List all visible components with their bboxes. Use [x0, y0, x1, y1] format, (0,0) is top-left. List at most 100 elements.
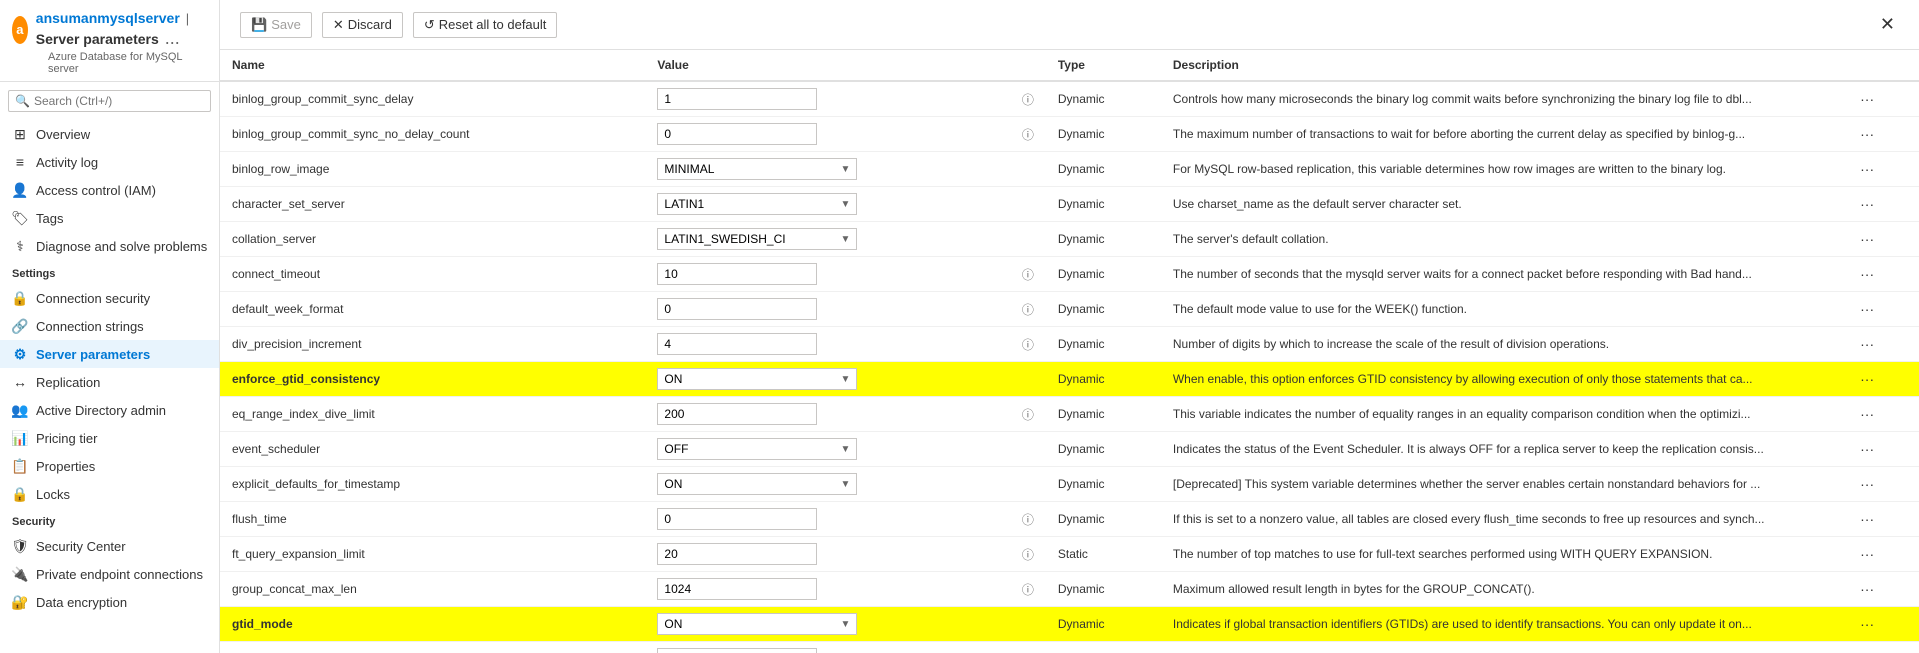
- more-options-button[interactable]: ···: [1856, 301, 1878, 317]
- sidebar-item-server-parameters[interactable]: ⚙Server parameters: [0, 340, 219, 368]
- param-more-0[interactable]: ···: [1844, 81, 1919, 117]
- param-info-11[interactable]: ⓘ: [1010, 467, 1046, 502]
- more-options-button[interactable]: ···: [1856, 266, 1878, 282]
- more-options-button[interactable]: ···: [1856, 406, 1878, 422]
- param-value-9[interactable]: [645, 397, 1009, 432]
- param-info-4[interactable]: ⓘ: [1010, 222, 1046, 257]
- info-icon[interactable]: ⓘ: [1022, 93, 1034, 107]
- param-value-11[interactable]: ONOFF▼: [645, 467, 1009, 502]
- param-input-6[interactable]: [657, 298, 817, 320]
- param-value-0[interactable]: [645, 81, 1009, 117]
- sidebar-item-iam[interactable]: 👤Access control (IAM): [0, 176, 219, 204]
- param-input-16[interactable]: [657, 648, 817, 653]
- param-info-14[interactable]: ⓘ: [1010, 572, 1046, 607]
- param-info-2[interactable]: ⓘ: [1010, 152, 1046, 187]
- param-value-10[interactable]: OFFONDISABLED▼: [645, 432, 1009, 467]
- more-options-btn[interactable]: ...: [165, 28, 180, 49]
- more-options-button[interactable]: ···: [1856, 511, 1878, 527]
- info-icon[interactable]: ⓘ: [1022, 128, 1034, 142]
- sidebar-item-diagnose[interactable]: ⚕Diagnose and solve problems: [0, 232, 219, 260]
- sidebar-item-properties[interactable]: 📋Properties: [0, 452, 219, 480]
- search-input[interactable]: [34, 94, 204, 108]
- sidebar-item-private-endpoint[interactable]: 🔌Private endpoint connections: [0, 560, 219, 588]
- param-more-9[interactable]: ···: [1844, 397, 1919, 432]
- param-value-12[interactable]: [645, 502, 1009, 537]
- discard-button[interactable]: ✕ Discard: [322, 12, 403, 38]
- param-more-11[interactable]: ···: [1844, 467, 1919, 502]
- param-value-4[interactable]: LATIN1_SWEDISH_CIUTF8_GENERAL_CI▼: [645, 222, 1009, 257]
- param-input-14[interactable]: [657, 578, 817, 600]
- param-more-15[interactable]: ···: [1844, 607, 1919, 642]
- more-options-button[interactable]: ···: [1856, 616, 1878, 632]
- param-more-1[interactable]: ···: [1844, 117, 1919, 152]
- param-select-11[interactable]: ONOFF: [658, 474, 834, 494]
- param-more-14[interactable]: ···: [1844, 572, 1919, 607]
- sidebar-item-data-encryption[interactable]: 🔐Data encryption: [0, 588, 219, 616]
- sidebar-item-replication[interactable]: ↔Replication: [0, 368, 219, 396]
- param-info-8[interactable]: ⓘ: [1010, 362, 1046, 397]
- param-info-16[interactable]: ⓘ: [1010, 642, 1046, 653]
- param-select-3[interactable]: LATIN1UTF8UTF8MB4: [658, 194, 834, 214]
- close-button[interactable]: ✕: [1876, 10, 1899, 39]
- sidebar-item-pricing[interactable]: 📊Pricing tier: [0, 424, 219, 452]
- info-icon[interactable]: ⓘ: [1022, 303, 1034, 317]
- param-value-3[interactable]: LATIN1UTF8UTF8MB4▼: [645, 187, 1009, 222]
- param-input-0[interactable]: [657, 88, 817, 110]
- param-select-8[interactable]: ONOFFWARN: [658, 369, 834, 389]
- info-icon[interactable]: ⓘ: [1022, 408, 1034, 422]
- param-select-4[interactable]: LATIN1_SWEDISH_CIUTF8_GENERAL_CI: [658, 229, 834, 249]
- more-options-button[interactable]: ···: [1856, 441, 1878, 457]
- sidebar-item-connection-security[interactable]: 🔒Connection security: [0, 284, 219, 312]
- param-more-3[interactable]: ···: [1844, 187, 1919, 222]
- info-icon[interactable]: ⓘ: [1022, 583, 1034, 597]
- param-info-10[interactable]: ⓘ: [1010, 432, 1046, 467]
- sidebar-item-connection-strings[interactable]: 🔗Connection strings: [0, 312, 219, 340]
- param-input-1[interactable]: [657, 123, 817, 145]
- save-button[interactable]: 💾 Save: [240, 12, 312, 38]
- param-info-6[interactable]: ⓘ: [1010, 292, 1046, 327]
- param-info-5[interactable]: ⓘ: [1010, 257, 1046, 292]
- param-value-8[interactable]: ONOFFWARN▼: [645, 362, 1009, 397]
- param-value-5[interactable]: [645, 257, 1009, 292]
- param-select-2[interactable]: MINIMALFULLNOBLOB: [658, 159, 834, 179]
- param-input-13[interactable]: [657, 543, 817, 565]
- param-select-10[interactable]: OFFONDISABLED: [658, 439, 834, 459]
- param-input-5[interactable]: [657, 263, 817, 285]
- param-info-3[interactable]: ⓘ: [1010, 187, 1046, 222]
- more-options-button[interactable]: ···: [1856, 476, 1878, 492]
- sidebar-item-security-center[interactable]: 🛡Security Center: [0, 532, 219, 560]
- param-more-2[interactable]: ···: [1844, 152, 1919, 187]
- param-value-16[interactable]: [645, 642, 1009, 653]
- param-value-13[interactable]: [645, 537, 1009, 572]
- param-select-15[interactable]: ONOFFON_PERMISSIVEOFF_PERMISSIVE: [658, 614, 834, 634]
- info-icon[interactable]: ⓘ: [1022, 513, 1034, 527]
- sidebar-item-activity-log[interactable]: ≡Activity log: [0, 148, 219, 176]
- sidebar-item-overview[interactable]: ⊞Overview: [0, 120, 219, 148]
- info-icon[interactable]: ⓘ: [1022, 338, 1034, 352]
- param-info-1[interactable]: ⓘ: [1010, 117, 1046, 152]
- more-options-button[interactable]: ···: [1856, 91, 1878, 107]
- param-more-8[interactable]: ···: [1844, 362, 1919, 397]
- param-input-9[interactable]: [657, 403, 817, 425]
- param-info-7[interactable]: ⓘ: [1010, 327, 1046, 362]
- param-value-1[interactable]: [645, 117, 1009, 152]
- param-more-6[interactable]: ···: [1844, 292, 1919, 327]
- param-more-16[interactable]: ···: [1844, 642, 1919, 653]
- more-options-button[interactable]: ···: [1856, 546, 1878, 562]
- more-options-button[interactable]: ···: [1856, 231, 1878, 247]
- sidebar-item-locks[interactable]: 🔒Locks: [0, 480, 219, 508]
- param-more-10[interactable]: ···: [1844, 432, 1919, 467]
- param-more-5[interactable]: ···: [1844, 257, 1919, 292]
- param-info-15[interactable]: ⓘ: [1010, 607, 1046, 642]
- param-more-4[interactable]: ···: [1844, 222, 1919, 257]
- param-value-7[interactable]: [645, 327, 1009, 362]
- sidebar-item-tags[interactable]: 🏷Tags: [0, 204, 219, 232]
- info-icon[interactable]: ⓘ: [1022, 548, 1034, 562]
- param-input-7[interactable]: [657, 333, 817, 355]
- param-value-14[interactable]: [645, 572, 1009, 607]
- param-info-9[interactable]: ⓘ: [1010, 397, 1046, 432]
- reset-button[interactable]: ↺ Reset all to default: [413, 12, 558, 38]
- param-more-12[interactable]: ···: [1844, 502, 1919, 537]
- param-info-0[interactable]: ⓘ: [1010, 81, 1046, 117]
- info-icon[interactable]: ⓘ: [1022, 268, 1034, 282]
